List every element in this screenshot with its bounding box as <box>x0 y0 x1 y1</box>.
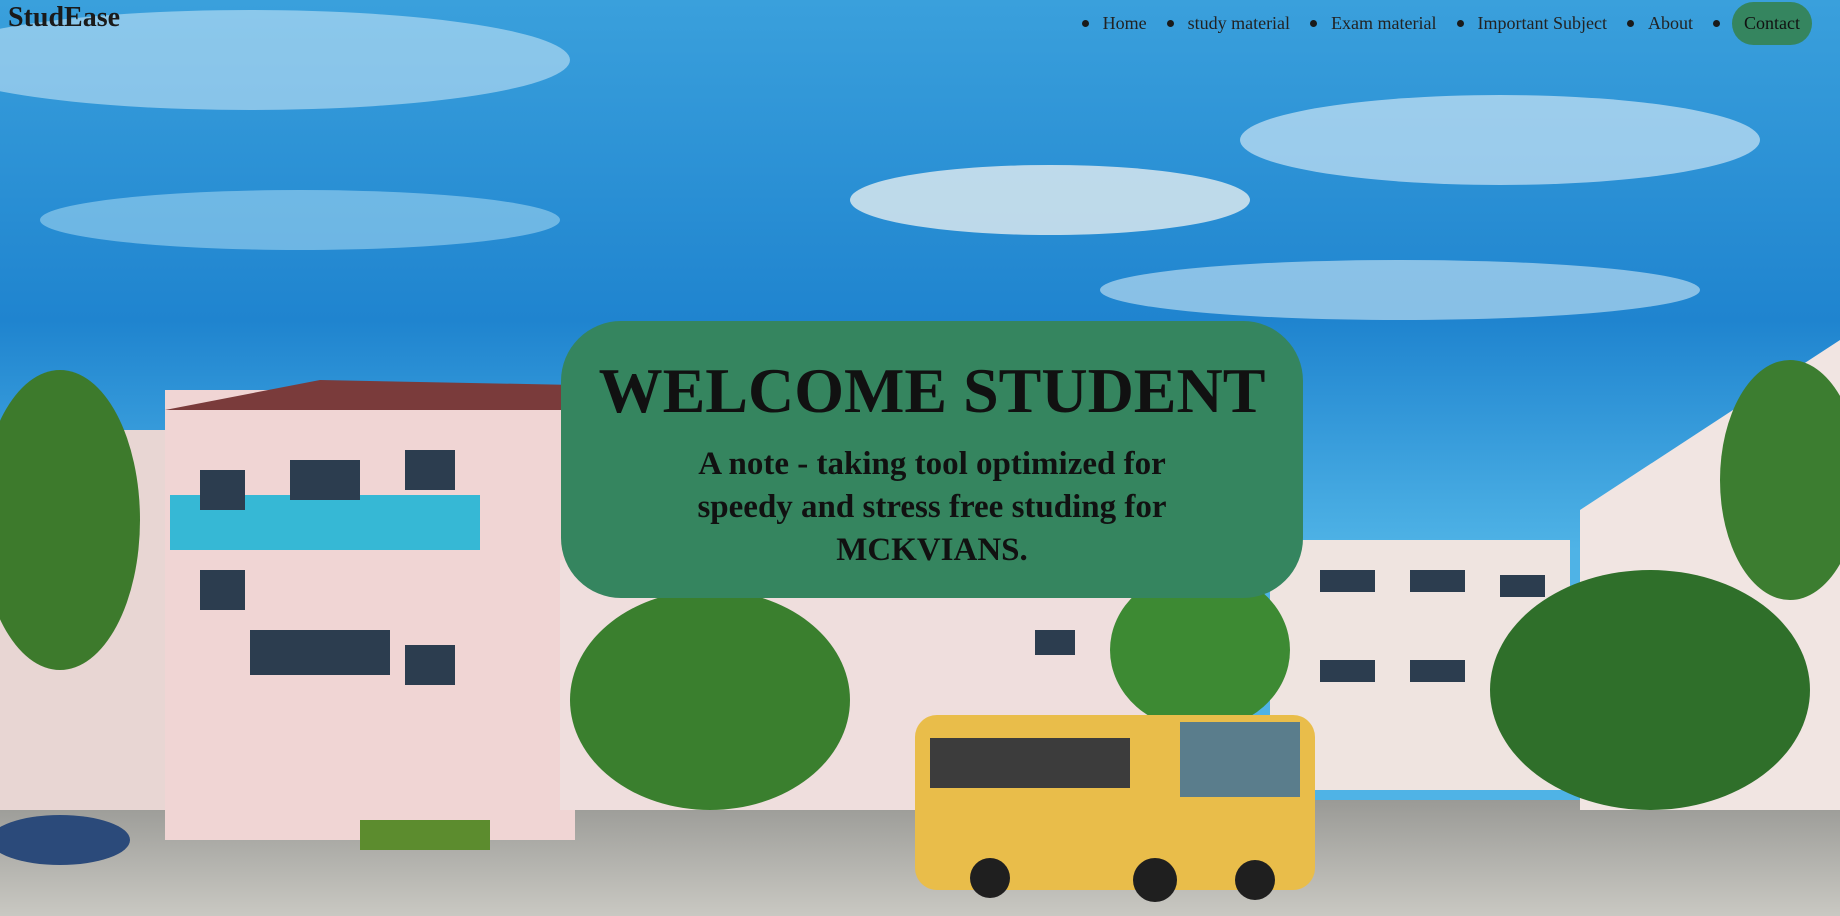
main-nav: Home study material Exam material Import… <box>1064 2 1812 45</box>
nav-link-home[interactable]: Home <box>1101 3 1149 44</box>
hero-subtitle: A note - taking tool optimized for speed… <box>697 446 1167 568</box>
nav-item-contact: Contact <box>1713 2 1812 45</box>
welcome-banner: WELCOME STUDENT A note - taking tool opt… <box>561 321 1303 598</box>
contact-button[interactable]: Contact <box>1732 2 1812 45</box>
nav-item-home: Home <box>1082 3 1149 44</box>
nav-item-exam-material: Exam material <box>1310 3 1438 44</box>
nav-link-about[interactable]: About <box>1646 3 1695 44</box>
nav-item-study-material: study material <box>1167 3 1292 44</box>
nav-link-exam-material[interactable]: Exam material <box>1329 3 1438 44</box>
nav-link-study-material[interactable]: study material <box>1186 3 1292 44</box>
nav-item-important-subject: Important Subject <box>1457 3 1609 44</box>
hero-title: WELCOME STUDENT <box>598 355 1266 426</box>
brand-logo[interactable]: StudEase <box>8 2 120 34</box>
nav-link-important-subject[interactable]: Important Subject <box>1476 3 1609 44</box>
nav-item-about: About <box>1627 3 1695 44</box>
